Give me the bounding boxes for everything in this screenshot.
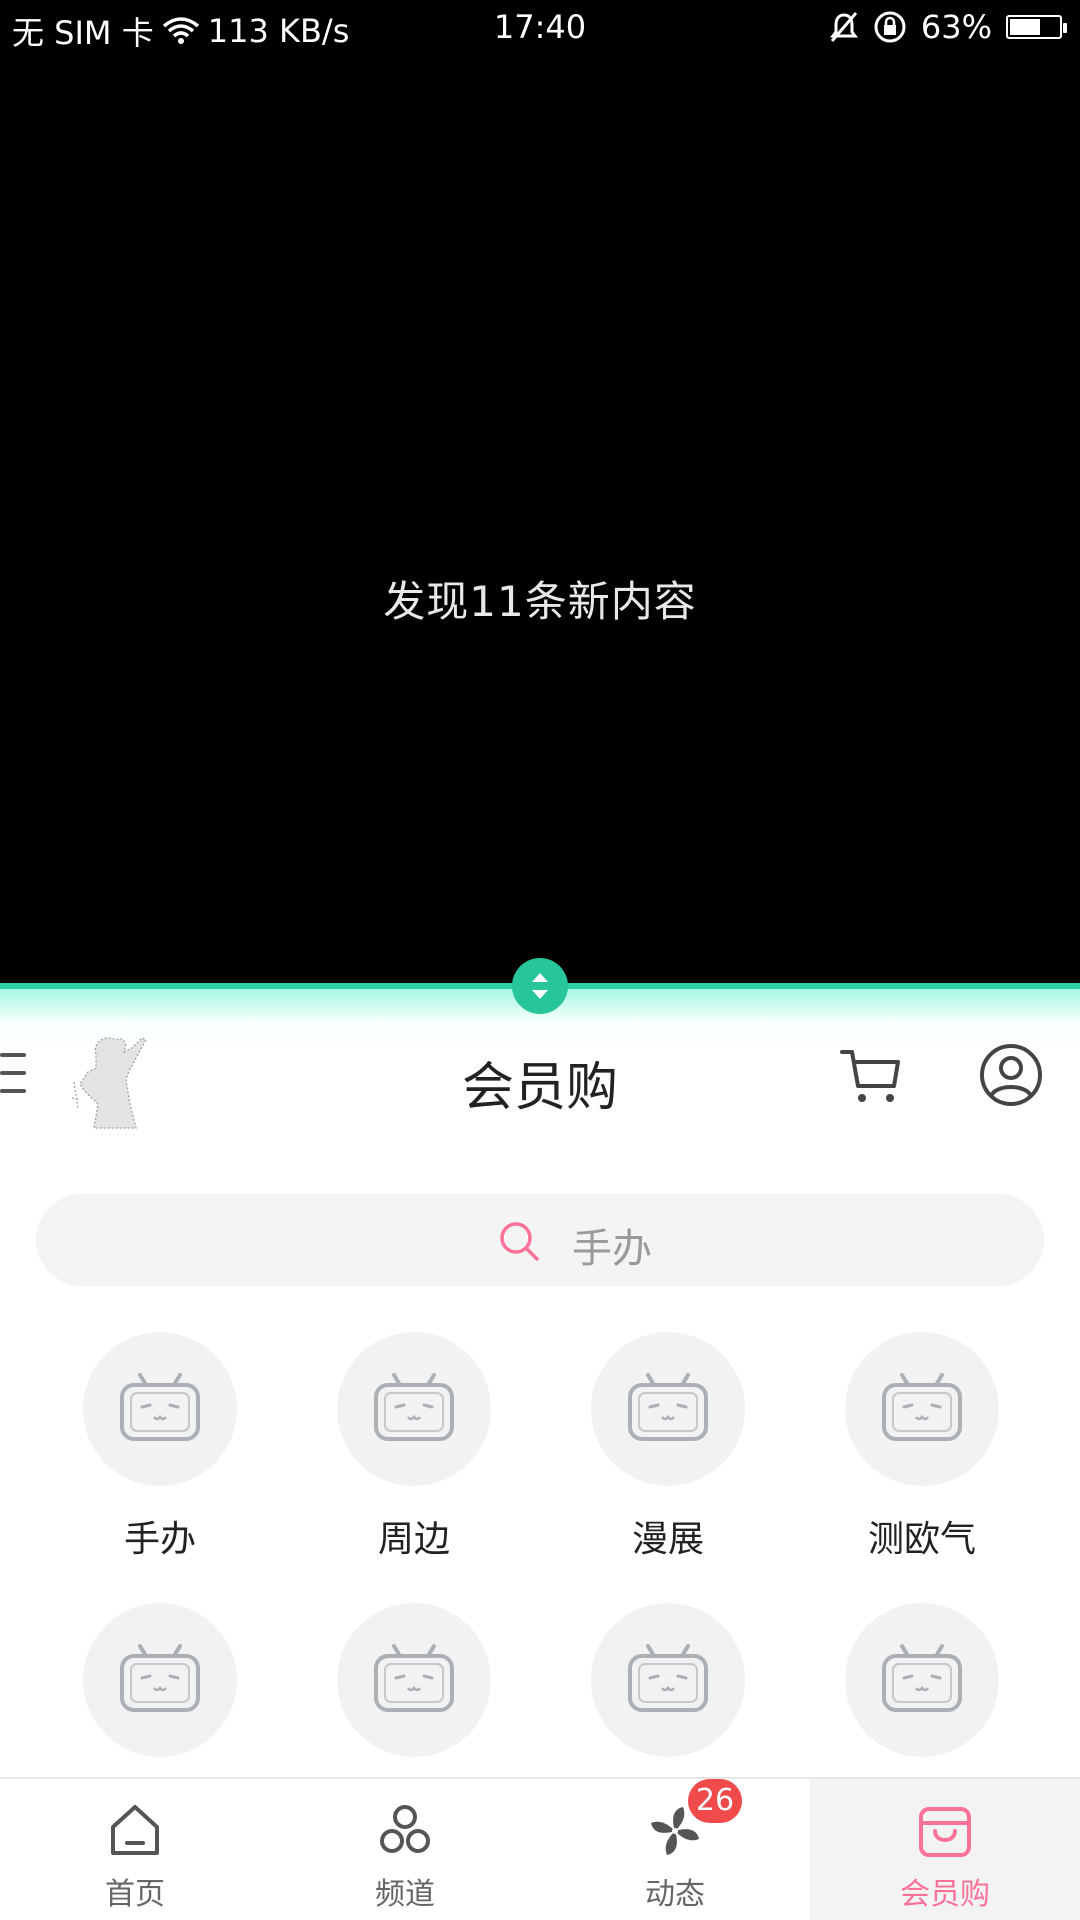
category-label: 漫展 — [631, 1519, 704, 1560]
resize-handle[interactable] — [512, 958, 568, 1014]
nav-label: 首页 — [105, 1877, 165, 1912]
mute-bell-icon — [829, 12, 858, 42]
placeholder-tv-icon — [845, 1603, 999, 1757]
nav-label: 会员购 — [900, 1877, 990, 1912]
category-label: 周边 — [377, 1519, 450, 1560]
home-icon — [111, 1805, 159, 1855]
placeholder-tv-icon — [591, 1603, 745, 1757]
status-bar: 无 SIM 卡 113 KB/s 17:40 63% — [0, 0, 1080, 56]
battery-icon — [1006, 15, 1067, 39]
shopping-bag-icon — [919, 1807, 971, 1857]
new-content-toast: 发现11条新内容 — [383, 577, 697, 626]
nav-label: 频道 — [375, 1877, 435, 1912]
bottom-nav: 首页 频道 动态 26 会员购 — [0, 1777, 1080, 1920]
page-title: 会员购 — [461, 1058, 618, 1118]
search-placeholder: 手办 — [572, 1226, 652, 1272]
nav-dynamics[interactable]: 动态 — [540, 1779, 810, 1920]
search-icon — [500, 1222, 539, 1261]
placeholder-tv-icon — [845, 1332, 999, 1486]
nav-channels[interactable]: 频道 — [270, 1779, 540, 1920]
rotation-lock-icon — [874, 11, 906, 43]
user-icon[interactable] — [978, 1042, 1044, 1108]
placeholder-tv-icon — [83, 1332, 237, 1486]
notification-badge: 26 — [688, 1779, 742, 1823]
battery-percent: 63% — [920, 8, 992, 46]
cart-icon[interactable] — [838, 1042, 904, 1108]
placeholder-tv-icon — [83, 1603, 237, 1757]
nav-label: 动态 — [645, 1877, 705, 1912]
placeholder-tv-icon — [337, 1603, 491, 1757]
search-bar[interactable]: 手办 — [36, 1194, 1044, 1286]
category-label: 测欧气 — [867, 1519, 976, 1560]
nav-home[interactable]: 首页 — [0, 1779, 270, 1920]
placeholder-tv-icon — [591, 1332, 745, 1486]
drag-arrows-icon — [532, 973, 548, 999]
category-label: 手办 — [123, 1519, 196, 1560]
placeholder-tv-icon — [337, 1332, 491, 1486]
channels-icon — [380, 1805, 430, 1853]
nav-vip-shop[interactable]: 会员购 — [810, 1779, 1080, 1920]
video-player[interactable]: 发现11条新内容 — [0, 56, 1080, 984]
